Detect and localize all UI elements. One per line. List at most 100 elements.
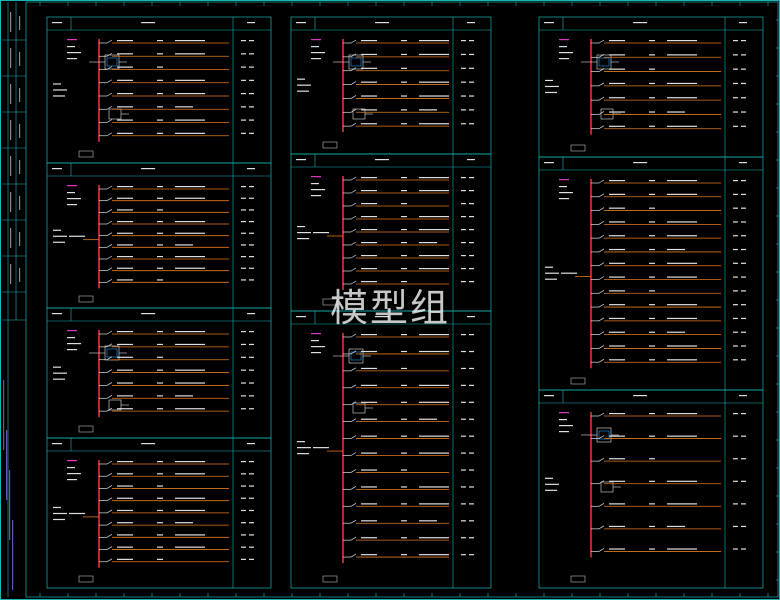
breaker-rating [361,123,377,125]
load-value [469,177,474,179]
load-value [241,558,246,560]
incoming-label [545,477,553,479]
cable-spec [175,197,205,199]
load-value [733,97,738,99]
load-value [733,503,738,505]
panel-header-text [544,22,554,24]
panel-header-text [375,316,389,318]
cable-spec [419,554,449,556]
breaker-contact [106,497,113,501]
breaker-contact [106,185,113,190]
circuit-number [157,267,163,269]
incoming-label [53,372,67,374]
breaker-rating [117,244,133,246]
load-value [461,435,466,437]
circuit-number [401,53,407,56]
load-value [733,525,738,528]
load-value [249,331,254,333]
breaker-rating [117,382,133,384]
breaker-rating [609,180,625,182]
load-value [461,229,466,231]
board-info [67,46,75,48]
relay-coil [108,108,122,120]
panel-header-text [52,168,62,170]
breaker-rating [609,97,625,99]
breaker-rating [117,473,133,475]
load-value [733,193,738,195]
load-value [741,276,746,278]
board-info [559,431,569,433]
cable-spec [667,548,697,550]
incoming-label [53,89,67,91]
breaker-rating [117,119,133,121]
panel-header-text [296,159,306,161]
main-switch-label [313,447,329,449]
panel-frame [46,16,272,164]
circuit-number [157,279,163,281]
breaker-rating [361,367,377,370]
panel-header-text [467,22,475,24]
breaker-contact [106,460,113,465]
circuit-number [401,95,407,97]
panel-header-text [633,22,648,24]
board-info [67,192,75,194]
relay-coil [600,108,614,120]
cable-spec [667,111,685,113]
incoming-label [53,235,67,237]
title-strip-text [19,16,21,30]
load-value [461,384,466,386]
load-value [469,95,474,97]
breaker-contact [598,502,605,507]
breaker-contact [598,234,605,239]
breaker-rating [361,435,377,437]
breaker-contact [598,317,605,322]
load-value [241,232,246,234]
circuit-number [649,235,655,237]
load-value [741,125,746,127]
cable-spec [419,435,449,437]
board-name-tag [570,377,586,385]
breaker-contact [598,457,605,462]
load-value [469,268,474,270]
circuit-number [157,79,163,81]
breaker-rating [361,177,377,179]
board-tag [311,176,321,178]
load-value [249,534,254,536]
panel-header-text [467,316,475,318]
cable-spec [419,520,437,522]
title-strip-text [19,196,21,210]
circuit-number [649,207,655,209]
breaker-contact [350,176,357,181]
circuit-number [401,216,407,218]
panel-header-text [633,162,648,164]
load-value [461,67,466,69]
main-switch-label [313,232,329,234]
circuit-number [401,203,407,205]
board-tag [67,185,77,187]
breaker-contact [350,39,357,44]
cable-spec [667,480,697,482]
breaker-rating [361,53,377,56]
circuit-number [649,525,655,528]
load-value [733,276,738,278]
breaker-rating [361,334,377,336]
load-value [241,395,246,397]
breaker-rating [117,395,133,397]
breaker-rating [609,276,625,278]
board-info [311,58,321,60]
cable-spec [175,244,193,246]
cable-spec [175,106,193,108]
breaker-contact [350,418,357,422]
title-strip-text [10,264,12,284]
panel-header-text [52,313,62,315]
circuit-number [157,558,163,560]
cable-spec [175,53,205,55]
load-value [741,180,746,182]
breaker-rating [609,221,625,223]
incoming-label [297,238,309,240]
breaker-contact [350,384,357,389]
load-value [741,345,746,347]
board-tag [559,39,569,41]
cable-spec [175,267,205,269]
load-value [741,97,746,99]
